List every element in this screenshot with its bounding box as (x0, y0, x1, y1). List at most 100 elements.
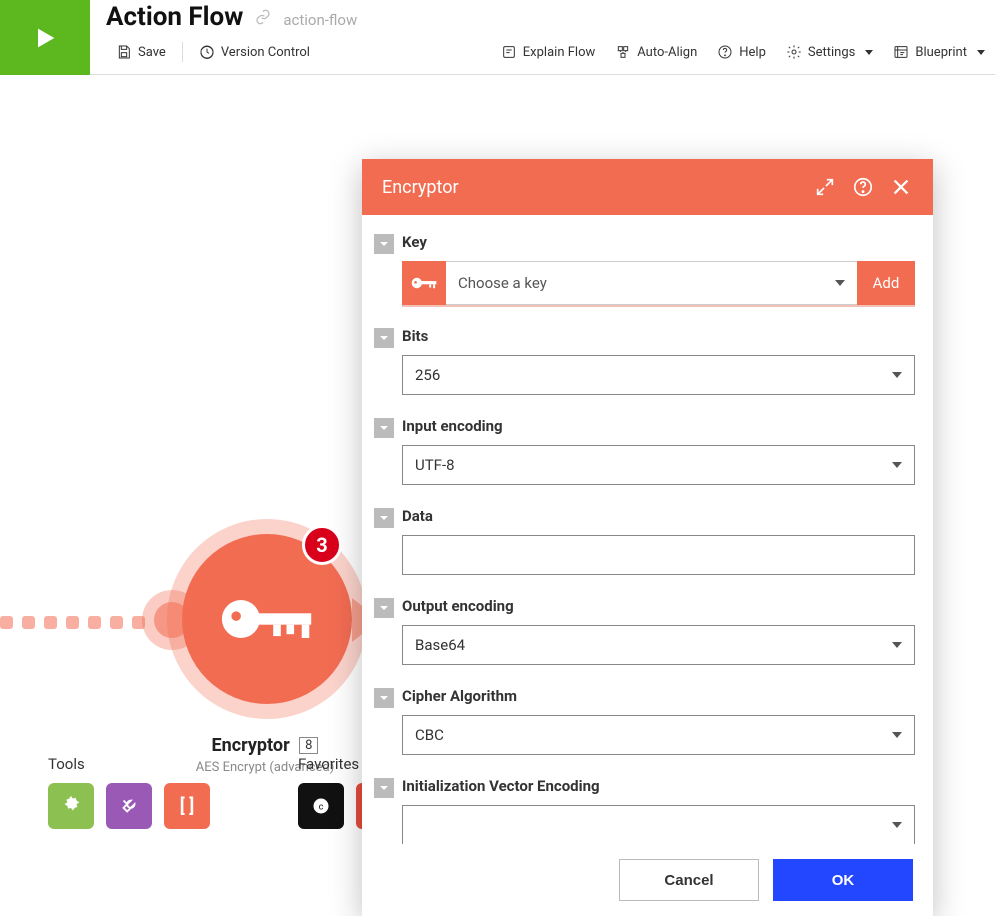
run-button[interactable] (0, 0, 90, 75)
output-encoding-label: Output encoding (402, 597, 915, 615)
ok-button[interactable]: OK (773, 859, 913, 901)
chevron-down-icon (892, 822, 902, 828)
brackets-icon: [ ] (180, 796, 194, 817)
bits-label: Bits (402, 327, 915, 345)
input-encoding-value: UTF-8 (415, 456, 455, 474)
chevron-down-icon (977, 50, 985, 55)
settings-button[interactable]: Settings (776, 43, 883, 61)
expand-icon (814, 176, 836, 198)
chevron-down-icon (892, 642, 902, 648)
collapse-toggle[interactable] (374, 598, 394, 618)
favorites-header: Favorites (298, 755, 372, 773)
close-icon (890, 176, 912, 198)
add-key-button[interactable]: Add (857, 261, 915, 305)
flow-connector (0, 615, 145, 629)
play-icon (31, 24, 59, 52)
node-error-badge[interactable]: 3 (302, 525, 342, 565)
chevron-down-icon (379, 423, 389, 433)
save-button[interactable]: Save (106, 43, 176, 61)
explain-label: Explain Flow (523, 45, 595, 60)
data-input[interactable] (402, 535, 915, 575)
bottom-panel: Tools [ ] Favorites c (48, 755, 388, 829)
input-encoding-select[interactable]: UTF-8 (402, 445, 915, 485)
chevron-down-icon (892, 732, 902, 738)
chevron-down-icon (379, 783, 389, 793)
modal-title: Encryptor (382, 177, 799, 198)
help-icon (852, 176, 874, 198)
link-icon (255, 9, 271, 29)
settings-label: Settings (808, 45, 855, 60)
version-label: Version Control (221, 45, 310, 60)
tool-settings[interactable] (48, 783, 94, 829)
output-encoding-value: Base64 (415, 636, 465, 654)
bits-select[interactable]: 256 (402, 355, 915, 395)
cancel-button[interactable]: Cancel (619, 859, 759, 901)
favorite-1[interactable]: c (298, 783, 344, 829)
wrench-icon (118, 795, 140, 817)
tool-utilities[interactable] (106, 783, 152, 829)
chevron-down-icon (379, 239, 389, 249)
chevron-down-icon (892, 462, 902, 468)
output-encoding-select[interactable]: Base64 (402, 625, 915, 665)
data-label: Data (402, 507, 915, 525)
help-icon (717, 44, 733, 60)
gear-icon (60, 795, 82, 817)
history-icon (199, 44, 215, 60)
align-label: Auto-Align (637, 45, 697, 60)
expand-button[interactable] (813, 175, 837, 199)
collapse-toggle[interactable] (374, 778, 394, 798)
key-icon (220, 589, 315, 649)
toolbar: Save Version Control Explain Flow Auto-A… (106, 42, 995, 62)
modal-header: Encryptor (362, 159, 933, 215)
cipher-label: Cipher Algorithm (402, 687, 915, 705)
modal-footer: Cancel OK (362, 844, 933, 916)
tool-brackets[interactable]: [ ] (164, 783, 210, 829)
bits-value: 256 (415, 366, 440, 384)
cipher-value: CBC (415, 726, 444, 744)
cipher-select[interactable]: CBC (402, 715, 915, 755)
help-label: Help (739, 45, 766, 60)
key-label: Key (402, 233, 915, 251)
blueprint-icon (893, 44, 909, 60)
blueprint-label: Blueprint (915, 45, 967, 60)
collapse-toggle[interactable] (374, 508, 394, 528)
explain-flow-button[interactable]: Explain Flow (491, 43, 605, 61)
svg-text:c: c (319, 802, 324, 812)
collapse-toggle[interactable] (374, 234, 394, 254)
align-icon (615, 44, 631, 60)
collapse-toggle[interactable] (374, 418, 394, 438)
version-control-button[interactable]: Version Control (189, 43, 320, 61)
chevron-down-icon (379, 603, 389, 613)
save-label: Save (138, 45, 166, 60)
chevron-down-icon (892, 372, 902, 378)
save-icon (116, 44, 132, 60)
page-title: Action Flow (106, 2, 243, 32)
chevron-down-icon (379, 693, 389, 703)
help-button[interactable]: Help (707, 43, 776, 61)
circle-c-icon: c (311, 796, 331, 816)
modal-body: Key Choose a key Add (362, 215, 933, 844)
tools-header: Tools (48, 755, 210, 773)
node-step: 8 (299, 737, 318, 754)
blueprint-button[interactable]: Blueprint (883, 43, 995, 61)
chevron-down-icon (865, 50, 873, 55)
input-encoding-label: Input encoding (402, 417, 915, 435)
divider (182, 42, 183, 62)
close-button[interactable] (889, 175, 913, 199)
gear-icon (786, 44, 802, 60)
collapse-toggle[interactable] (374, 328, 394, 348)
key-icon-box (402, 261, 446, 305)
collapse-toggle[interactable] (374, 688, 394, 708)
encryptor-modal: Encryptor Key (362, 159, 933, 916)
node-name: Encryptor (212, 735, 290, 756)
app-header: Action Flow action-flow Save Version Con… (0, 0, 995, 75)
auto-align-button[interactable]: Auto-Align (605, 43, 707, 61)
modal-help-button[interactable] (851, 175, 875, 199)
key-select[interactable]: Choose a key (446, 261, 857, 305)
chevron-down-icon (379, 333, 389, 343)
chevron-down-icon (379, 513, 389, 523)
chevron-down-icon (835, 280, 845, 286)
iv-encoding-label: Initialization Vector Encoding (402, 777, 915, 795)
flow-canvas[interactable]: 3 Encryptor 8 AES Encrypt (advanced) Too… (0, 75, 995, 841)
iv-encoding-select[interactable] (402, 805, 915, 844)
